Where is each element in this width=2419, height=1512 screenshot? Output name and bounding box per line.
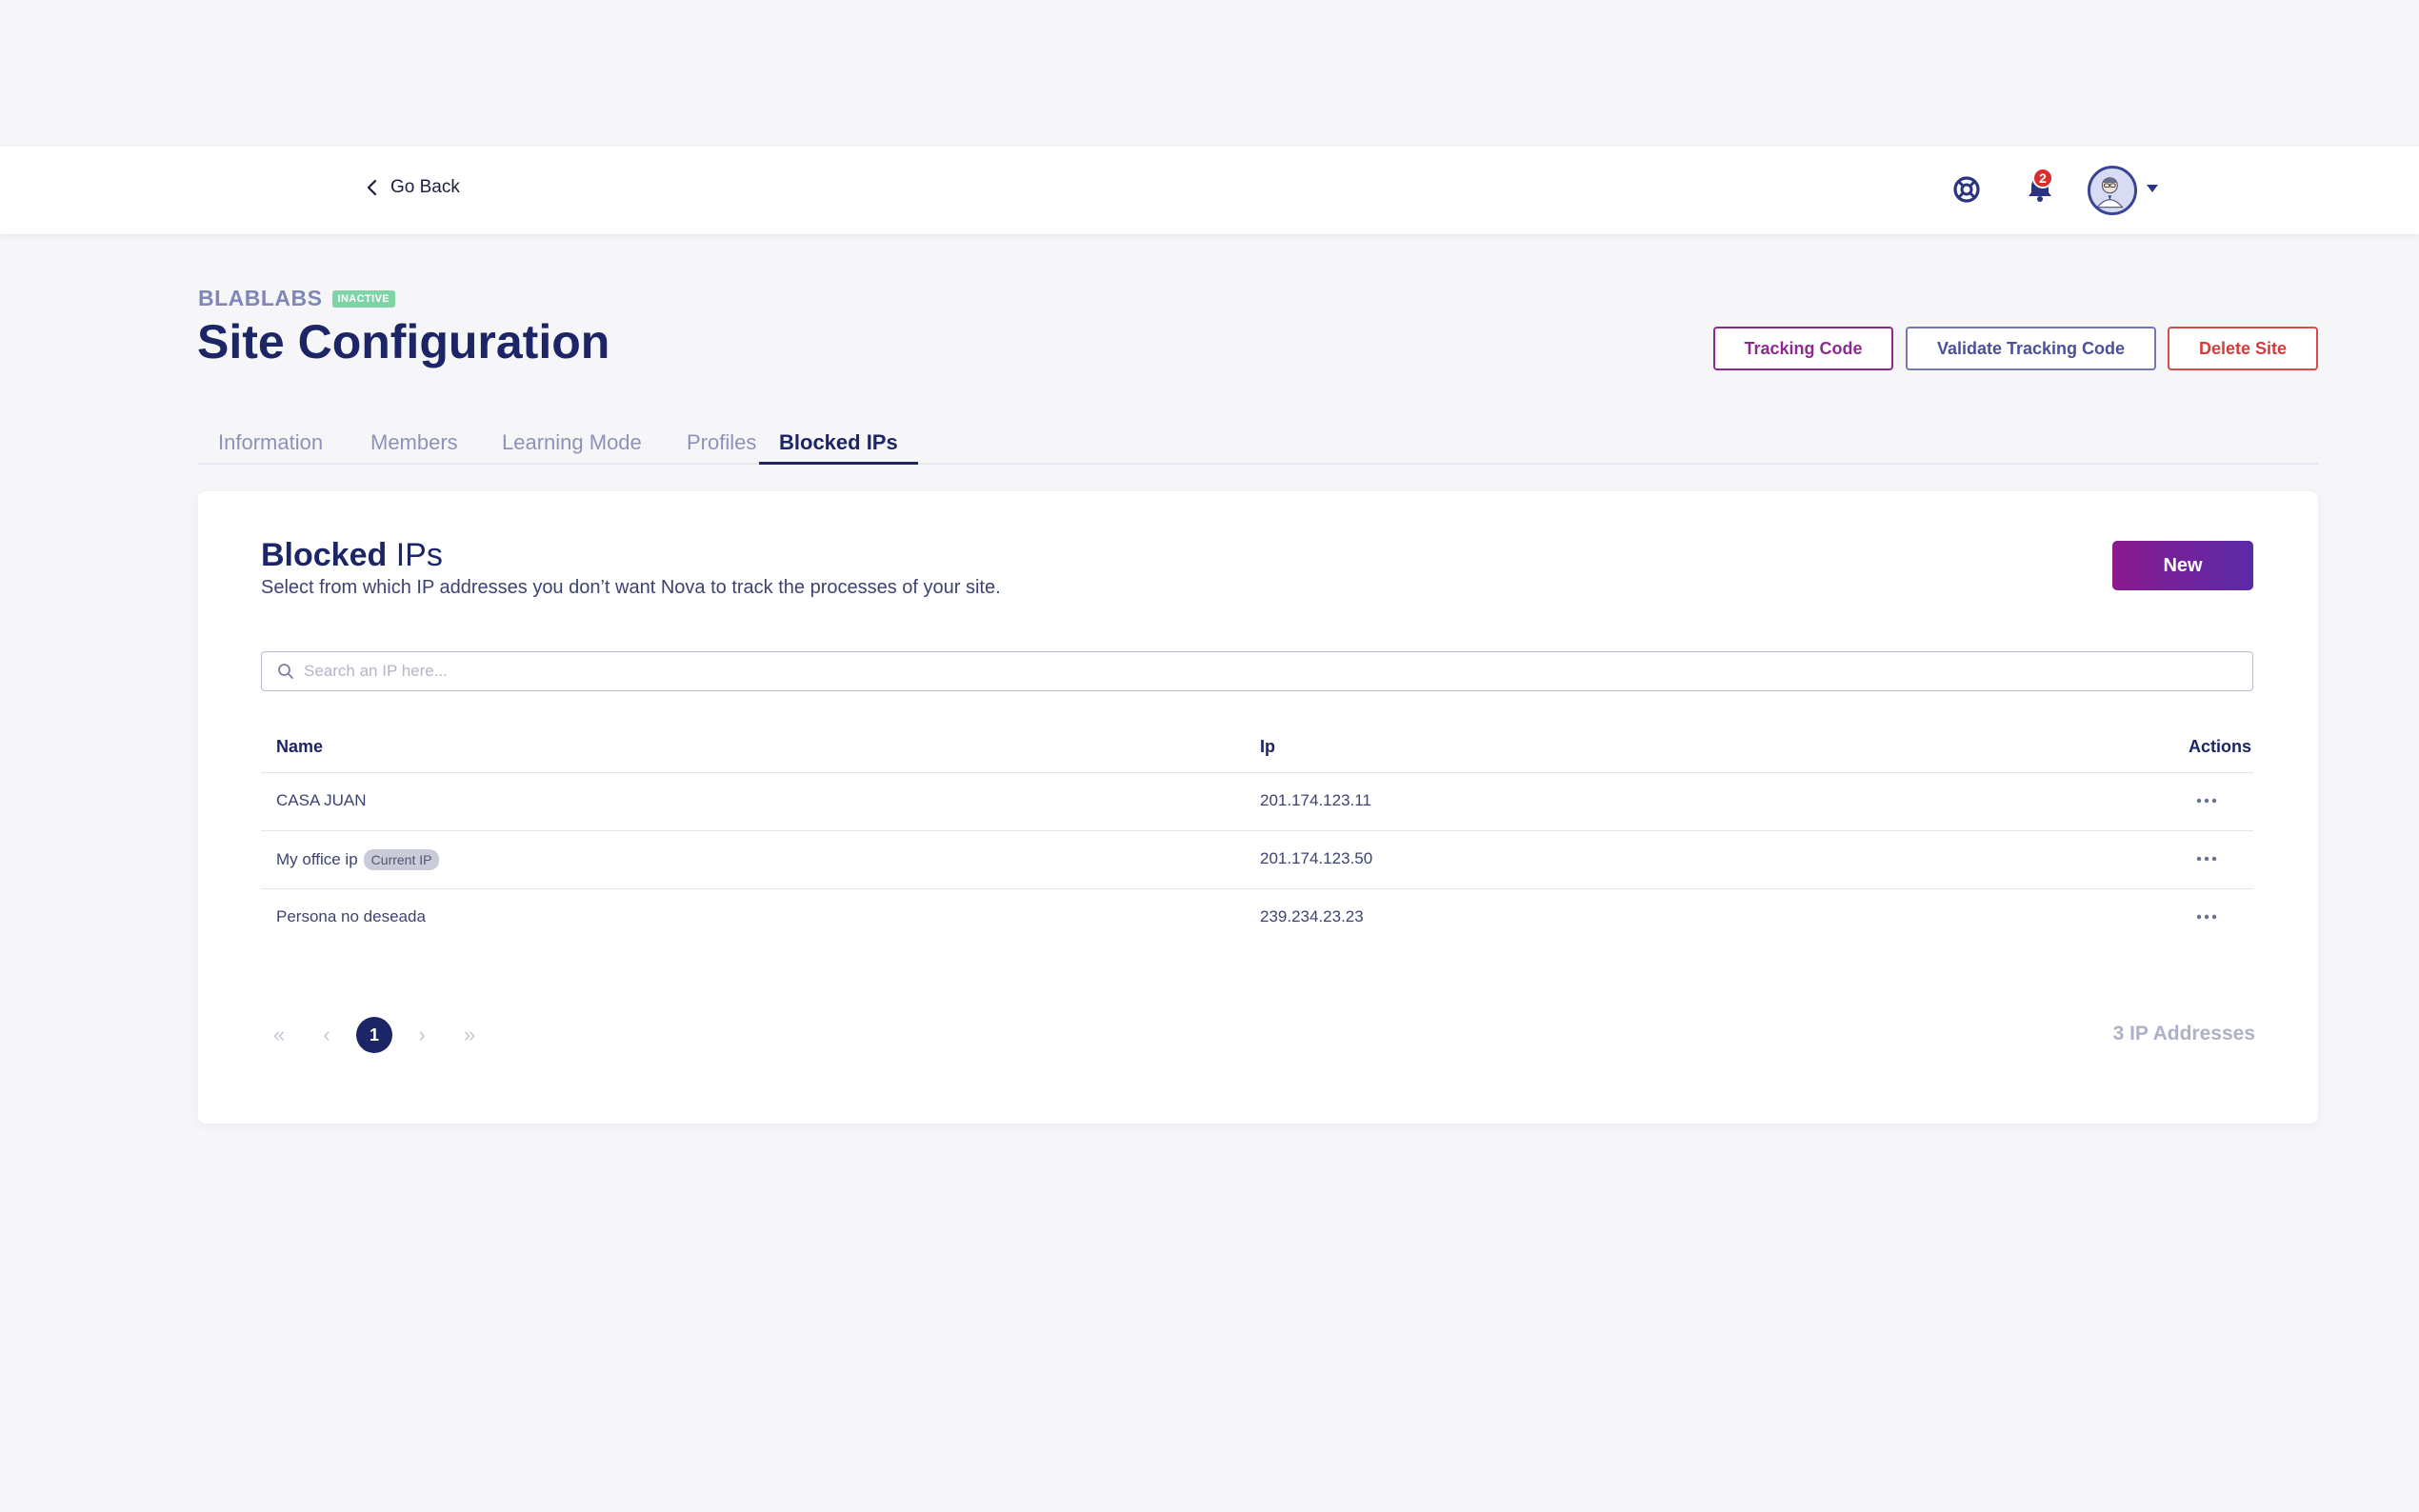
- go-back-link[interactable]: Go Back: [366, 177, 460, 198]
- tracking-code-button[interactable]: Tracking Code: [1713, 327, 1893, 370]
- more-actions-icon[interactable]: [2196, 856, 2217, 862]
- blocked-ips-table: Name Ip Actions CASA JUAN 201.174.123.11…: [261, 724, 2253, 947]
- user-avatar[interactable]: [2088, 166, 2137, 215]
- tab-information[interactable]: Information: [218, 430, 323, 465]
- search-input[interactable]: [304, 662, 2209, 681]
- go-back-label: Go Back: [390, 177, 460, 197]
- row-ip: 239.234.23.23: [1260, 907, 1364, 925]
- tab-learning-mode[interactable]: Learning Mode: [502, 430, 642, 465]
- site-header: BLABLABS INACTIVE: [198, 286, 396, 311]
- new-blocked-ip-button[interactable]: New: [2112, 541, 2253, 590]
- column-header-ip[interactable]: Ip: [1260, 737, 1275, 757]
- search-bar: [261, 651, 2253, 691]
- more-actions-icon[interactable]: [2196, 914, 2217, 920]
- previous-page-button[interactable]: ‹: [309, 1017, 345, 1053]
- ip-address-count: 3 IP Addresses: [2112, 1023, 2255, 1044]
- table-header: Name Ip Actions: [261, 724, 2253, 773]
- last-page-button[interactable]: »: [451, 1017, 488, 1053]
- avatar-person-icon: [2095, 177, 2124, 209]
- card-title-rest: IPs: [387, 537, 443, 573]
- row-name: CASA JUAN: [276, 791, 367, 809]
- first-page-button[interactable]: «: [261, 1017, 297, 1053]
- column-header-name[interactable]: Name: [276, 737, 323, 757]
- caret-down-icon[interactable]: [2145, 183, 2160, 194]
- settings-tabs: Information Members Learning Mode Profil…: [198, 419, 2318, 465]
- table-row: My office ip Current IP 201.174.123.50: [261, 831, 2253, 889]
- row-name: My office ip: [276, 850, 358, 868]
- chevron-left-icon: [367, 179, 377, 196]
- validate-tracking-code-button[interactable]: Validate Tracking Code: [1906, 327, 2156, 370]
- site-name: BLABLABS: [198, 286, 323, 310]
- notification-count-badge: 2: [2032, 168, 2053, 189]
- row-name-cell: My office ip Current IP: [276, 849, 440, 870]
- tab-members[interactable]: Members: [370, 430, 458, 465]
- column-header-actions: Actions: [2188, 737, 2251, 756]
- table-row: CASA JUAN 201.174.123.11: [261, 773, 2253, 831]
- page-title: Site Configuration: [197, 315, 610, 368]
- row-name: Persona no deseada: [276, 907, 426, 925]
- table-row: Persona no deseada 239.234.23.23: [261, 889, 2253, 947]
- search-icon: [278, 664, 293, 679]
- row-ip: 201.174.123.50: [1260, 849, 1373, 867]
- card-title-bold: Blocked: [261, 537, 388, 573]
- tab-blocked-ips[interactable]: Blocked IPs: [759, 430, 918, 465]
- delete-site-button[interactable]: Delete Site: [2168, 327, 2318, 370]
- page-number-current[interactable]: 1: [356, 1017, 392, 1053]
- help-lifebuoy-icon[interactable]: [1950, 173, 1983, 206]
- current-ip-tag: Current IP: [363, 849, 440, 870]
- blocked-ips-card: Blocked IPs Select from which IP address…: [198, 491, 2318, 1124]
- status-badge: INACTIVE: [331, 289, 396, 308]
- more-actions-icon[interactable]: [2196, 798, 2217, 804]
- card-title: Blocked IPs: [261, 537, 443, 574]
- tab-profiles[interactable]: Profiles: [687, 430, 756, 465]
- card-subtitle: Select from which IP addresses you don’t…: [261, 577, 1001, 598]
- top-navigation-bar: Go Back 2: [0, 147, 2419, 234]
- next-page-button[interactable]: ›: [404, 1017, 440, 1053]
- row-ip: 201.174.123.11: [1260, 791, 1371, 809]
